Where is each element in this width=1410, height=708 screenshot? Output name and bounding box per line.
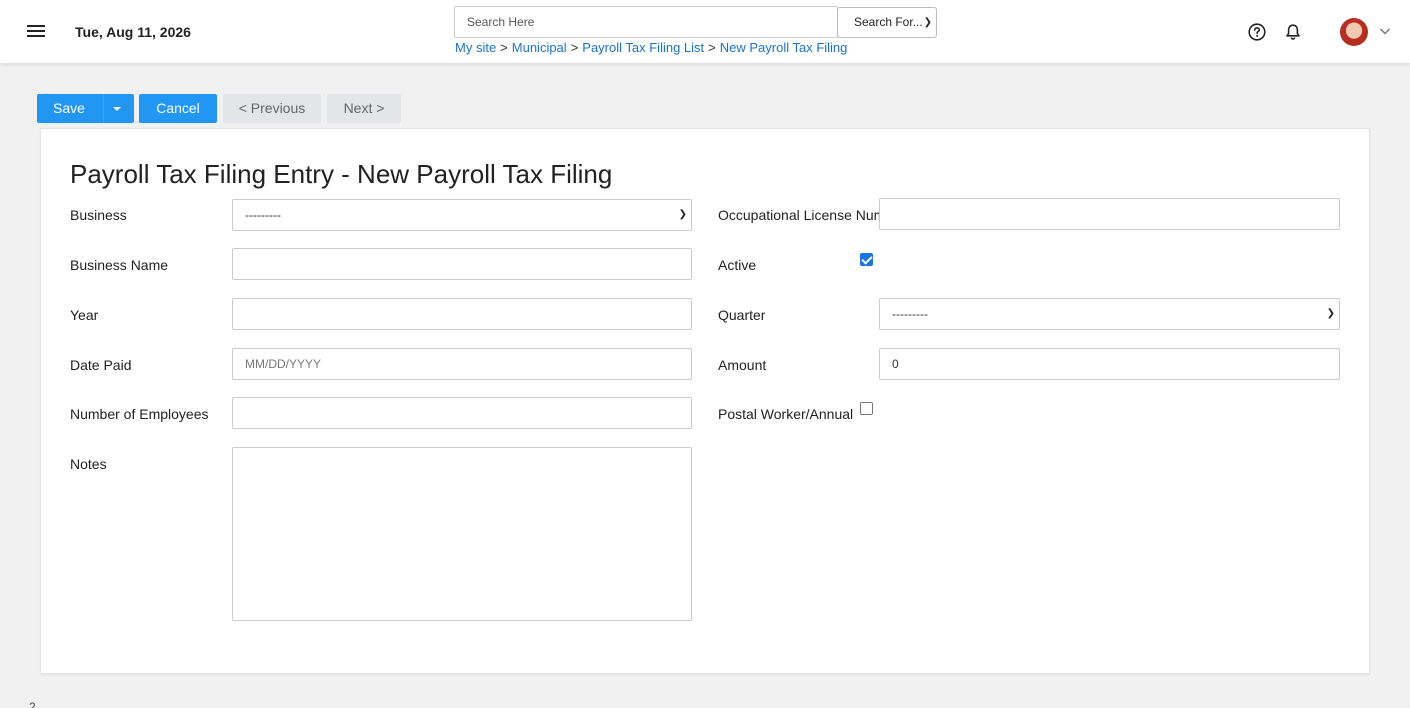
search-input[interactable] (454, 6, 838, 38)
amount-label: Amount (718, 357, 767, 373)
menu-icon[interactable] (27, 24, 45, 38)
amount-field[interactable] (879, 348, 1340, 380)
avatar[interactable] (1340, 18, 1368, 46)
bell-icon[interactable] (1284, 23, 1302, 41)
number-of-employees-field[interactable] (232, 397, 692, 429)
breadcrumb-separator: > (570, 40, 579, 55)
chevron-down-icon: ❯ (678, 209, 687, 220)
active-checkbox[interactable] (860, 253, 873, 266)
search-type-select[interactable]: Search For... ❯ (837, 7, 937, 38)
breadcrumb-municipal[interactable]: Municipal (512, 40, 567, 55)
page-title: Payroll Tax Filing Entry - New Payroll T… (70, 159, 613, 189)
date-paid-field[interactable] (232, 348, 692, 380)
year-field[interactable] (232, 298, 692, 330)
notes-label: Notes (70, 456, 107, 472)
occupational-license-label: Occupational License Number (718, 207, 879, 223)
chevron-down-icon: ❯ (1326, 308, 1335, 319)
footer-text: 2 (29, 700, 36, 708)
date-paid-label: Date Paid (70, 357, 132, 373)
current-date: Tue, Aug 11, 2026 (75, 24, 191, 40)
quarter-select[interactable]: --------- ❯ (879, 298, 1340, 330)
quarter-value: --------- (892, 307, 928, 321)
business-name-field[interactable] (232, 248, 692, 280)
save-button-label: Save (53, 100, 85, 116)
number-of-employees-label: Number of Employees (70, 406, 209, 422)
breadcrumb-payroll-tax-filing-list[interactable]: Payroll Tax Filing List (582, 40, 704, 55)
business-label: Business (70, 207, 127, 223)
form-card: Payroll Tax Filing Entry - New Payroll T… (40, 128, 1370, 674)
business-select[interactable]: --------- ❯ (232, 199, 692, 231)
next-button[interactable]: Next > (327, 94, 401, 123)
search-type-value: Search For... (854, 15, 923, 29)
postal-worker-checkbox[interactable] (860, 402, 873, 415)
cancel-button[interactable]: Cancel (139, 94, 217, 123)
breadcrumb-new-payroll-tax-filing[interactable]: New Payroll Tax Filing (720, 40, 848, 55)
postal-worker-label: Postal Worker/Annual (718, 406, 854, 422)
chevron-down-icon[interactable] (1378, 24, 1392, 38)
year-label: Year (70, 307, 99, 323)
business-name-label: Business Name (70, 257, 169, 273)
help-icon[interactable] (1248, 23, 1266, 41)
active-label: Active (718, 257, 757, 273)
top-bar: Tue, Aug 11, 2026 Search For... ❯ My sit… (0, 0, 1410, 63)
previous-button[interactable]: < Previous (223, 94, 321, 123)
occupational-license-field[interactable] (879, 198, 1340, 230)
business-value: --------- (245, 208, 281, 222)
breadcrumb-separator: > (708, 40, 716, 55)
breadcrumb-separator: > (500, 40, 508, 55)
chevron-down-icon: ❯ (923, 17, 932, 28)
save-divider (103, 94, 104, 123)
breadcrumb-my-site[interactable]: My site (455, 40, 496, 55)
quarter-label: Quarter (718, 307, 766, 323)
notes-field[interactable] (232, 447, 692, 621)
breadcrumb: My site > Municipal > Payroll Tax Filing Lis… (455, 40, 847, 55)
save-button[interactable]: Save (37, 94, 134, 123)
caret-down-icon[interactable] (113, 107, 121, 111)
